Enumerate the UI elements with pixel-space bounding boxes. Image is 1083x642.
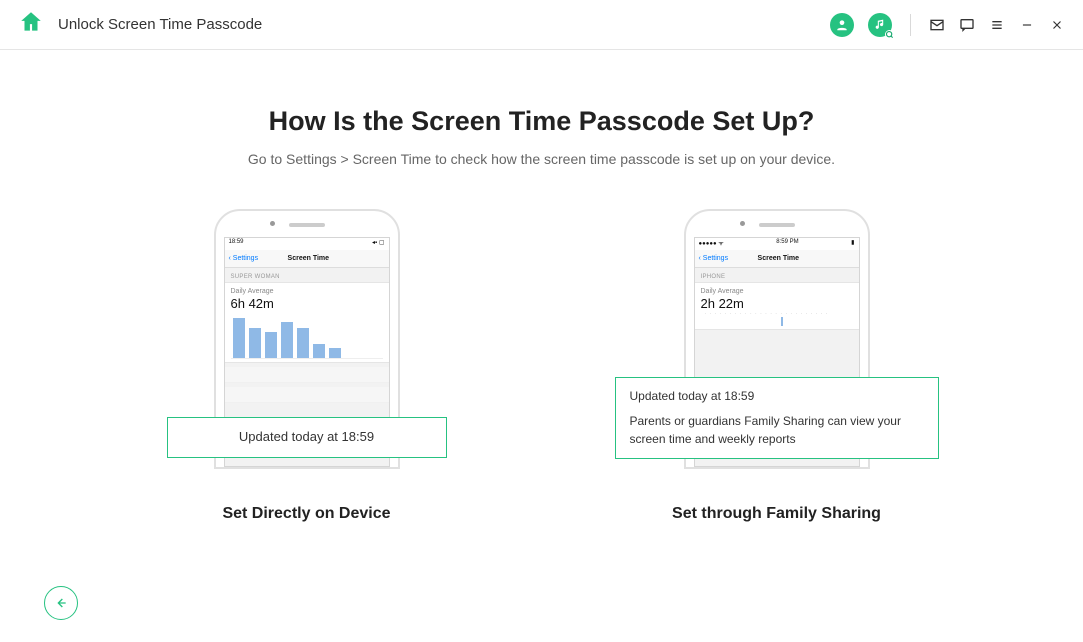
page-subheading: Go to Settings > Screen Time to check ho… [0,151,1083,167]
usage-chart [231,317,383,359]
titlebar: Unlock Screen Time Passcode [0,0,1083,50]
titlebar-actions [830,13,1065,37]
callout-badge: Updated today at 18:59 Parents or guardi… [615,377,939,459]
mini-chart: · · · · · · · · · · · · · · · · · · · · … [701,311,853,317]
separator [910,14,911,36]
home-icon[interactable] [18,9,44,40]
app-title: Unlock Screen Time Passcode [58,16,262,33]
account-icon[interactable] [830,13,854,37]
section-label: IPHONE [695,268,859,282]
menu-icon[interactable] [989,17,1005,33]
option-family-sharing[interactable]: ●●●●● ᯤ 8:59 PM ▮ ‹ SettingsScreen Time IP… [647,209,907,523]
callout-badge: Updated today at 18:59 [167,417,447,458]
back-link: ‹ Settings [229,255,259,262]
callout-line1: Updated today at 18:59 [630,388,924,405]
mail-icon[interactable] [929,17,945,33]
close-button[interactable] [1049,17,1065,33]
daily-avg-value: 2h 22m [701,296,853,311]
status-indicators: ◂▪ ▢ [372,239,384,249]
option-set-on-device[interactable]: 18:59 ◂▪ ▢ ‹ SettingsScreen Time SUPER WO… [177,209,437,523]
option-title: Set through Family Sharing [672,505,881,523]
back-link: ‹ Settings [699,255,729,262]
status-left: ●●●●● ᯤ [699,239,724,249]
nav-title: Screen Time [258,255,358,262]
daily-avg-label: Daily Average [701,288,853,295]
status-time: 18:59 [229,239,244,249]
daily-avg-value: 6h 42m [231,296,383,311]
status-battery: ▮ [851,239,854,249]
section-label: SUPER WOMAN [225,268,389,282]
option-title: Set Directly on Device [222,505,390,523]
page-heading: How Is the Screen Time Passcode Set Up? [0,106,1083,137]
callout-line2: Parents or guardians Family Sharing can … [630,413,924,448]
back-button[interactable] [44,586,78,620]
option-row: 18:59◂▪ ▢ ‹ SettingsScreen Time SUPER WO… [0,209,1083,523]
minimize-button[interactable] [1019,17,1035,33]
main-content: How Is the Screen Time Passcode Set Up? … [0,50,1083,523]
daily-avg-label: Daily Average [231,288,383,295]
feedback-icon[interactable] [959,17,975,33]
music-transfer-icon[interactable] [868,13,892,37]
status-time: 8:59 PM [776,239,798,249]
nav-title: Screen Time [728,255,828,262]
